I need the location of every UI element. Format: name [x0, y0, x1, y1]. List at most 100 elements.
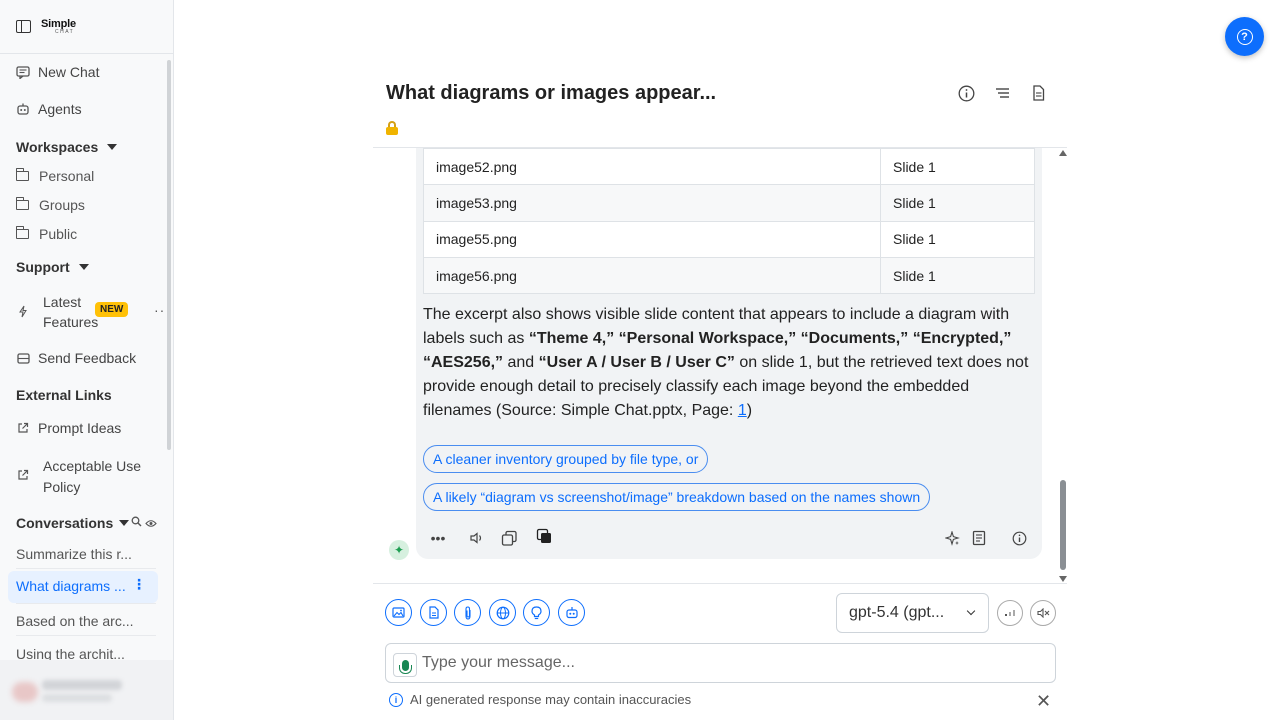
- info-icon[interactable]: [957, 84, 975, 102]
- help-button[interactable]: ?: [1225, 17, 1264, 56]
- model-select-value: gpt-5.4 (gpt...: [849, 604, 945, 621]
- new-chat-button[interactable]: New Chat: [16, 64, 99, 80]
- scroll-down-arrow-icon[interactable]: [1059, 576, 1067, 582]
- conversations-label: Conversations: [16, 515, 114, 531]
- disclaimer-text: AI generated response may contain inaccu…: [410, 692, 692, 707]
- workspaces-heading: Workspaces: [16, 139, 99, 155]
- table-row: image52.png Slide 1: [423, 148, 1035, 186]
- external-links-label: External Links: [16, 387, 112, 403]
- chat-icon: [16, 65, 30, 79]
- message-input[interactable]: [422, 644, 1042, 682]
- send-feedback-label: Send Feedback: [38, 350, 137, 366]
- microphone-button[interactable]: [393, 653, 417, 677]
- latest-features-link[interactable]: Latest Features: [16, 292, 98, 332]
- speaker-icon[interactable]: [467, 528, 487, 548]
- message-bold-run: “Encrypted,”: [912, 330, 1012, 347]
- table-row: image53.png Slide 1: [423, 184, 1035, 222]
- model-select[interactable]: gpt-5.4 (gpt...: [836, 593, 989, 633]
- workspace-item-personal[interactable]: Personal: [16, 168, 94, 184]
- message-list[interactable]: image52.png Slide 1 image53.png Slide 1 …: [373, 148, 1067, 583]
- external-link-icon: [16, 421, 30, 435]
- logo-text: Simple: [41, 17, 76, 30]
- more-actions-icon[interactable]: •••: [428, 528, 448, 548]
- message-info-icon[interactable]: [1009, 528, 1029, 548]
- suggestion-chip[interactable]: A cleaner inventory grouped by file type…: [423, 445, 709, 473]
- workspace-label: Public: [39, 226, 78, 242]
- scroll-up-arrow-icon[interactable]: [1059, 150, 1067, 156]
- user-profile[interactable]: [0, 660, 173, 720]
- acceptable-use-link[interactable]: Acceptable Use Policy: [16, 456, 141, 498]
- mute-icon[interactable]: [1030, 600, 1056, 626]
- conversation-title: Summarize this r...: [16, 546, 132, 562]
- table-cell-slide: Slide 1: [880, 148, 1035, 186]
- conversation-divider: [16, 568, 156, 569]
- external-link-icon: [16, 468, 30, 482]
- list-icon[interactable]: [993, 84, 1011, 102]
- sidebar-toggle-icon[interactable]: [16, 20, 31, 33]
- sidebar-scrollbar[interactable]: [167, 60, 171, 450]
- support-heading: Support: [16, 259, 70, 275]
- feedback-icon: [16, 351, 30, 365]
- send-feedback-link[interactable]: Send Feedback: [16, 350, 136, 366]
- reasoning-level-button[interactable]: [997, 600, 1023, 626]
- document-button[interactable]: [420, 599, 447, 626]
- workspaces-section-toggle[interactable]: Workspaces: [16, 139, 118, 155]
- notes-icon[interactable]: [969, 528, 989, 548]
- acceptable-use-line1: Acceptable Use: [43, 458, 142, 474]
- image-upload-button[interactable]: [385, 599, 412, 626]
- attachment-button[interactable]: [454, 599, 481, 626]
- search-icon[interactable]: [131, 516, 142, 530]
- latest-features-line2: Features: [43, 314, 99, 330]
- eye-icon[interactable]: [145, 515, 157, 531]
- prompt-ideas-link[interactable]: Prompt Ideas: [16, 420, 121, 436]
- caret-down-icon: [78, 264, 89, 270]
- workspace-item-public[interactable]: Public: [16, 226, 77, 242]
- new-badge: NEW: [95, 302, 129, 317]
- assistant-message-text: The excerpt also shows visible slide con…: [423, 303, 1033, 423]
- citation-link[interactable]: 1: [738, 402, 747, 419]
- kebab-menu-icon[interactable]: ⋮: [132, 576, 146, 593]
- table-row: image55.png Slide 1: [423, 220, 1035, 258]
- workspace-item-groups[interactable]: Groups: [16, 197, 85, 213]
- caret-down-icon: [119, 520, 130, 526]
- chevron-down-icon: [966, 606, 976, 616]
- conversation-item-active[interactable]: What diagrams ... ⋮: [8, 571, 158, 603]
- acceptable-use-label: Acceptable Use Policy: [43, 456, 141, 498]
- document-icon[interactable]: [1029, 84, 1047, 102]
- copy-filled-icon[interactable]: [534, 526, 554, 546]
- workspace-label: Groups: [39, 197, 85, 213]
- prompt-ideas-label: Prompt Ideas: [38, 420, 122, 436]
- sparkle-icon[interactable]: [942, 528, 962, 548]
- close-icon[interactable]: ✕: [1036, 692, 1051, 710]
- table-row: image56.png Slide 1: [423, 256, 1035, 295]
- table-cell-slide: Slide 1: [880, 220, 1035, 258]
- prompt-ideas-button[interactable]: [523, 599, 550, 626]
- table-cell-file: image56.png: [423, 256, 881, 295]
- agent-button[interactable]: [558, 599, 585, 626]
- logo-subtext: CHAT: [55, 28, 75, 35]
- user-name-blurred: [42, 680, 122, 690]
- message-bold-run: “User A / User B / User C”: [538, 354, 735, 371]
- conversations-heading[interactable]: Conversations: [16, 515, 157, 531]
- copy-icon[interactable]: [499, 528, 519, 548]
- conversation-item[interactable]: Based on the arc...: [16, 613, 156, 629]
- message-scrollbar[interactable]: [1059, 150, 1067, 582]
- info-icon: i: [389, 692, 403, 707]
- message-input-container: [385, 643, 1056, 683]
- question-icon: ?: [1236, 28, 1253, 45]
- sidebar: Simple CHAT New Chat Agents Workspaces P…: [0, 0, 174, 720]
- microphone-icon: [398, 659, 412, 674]
- folder-icon: [16, 226, 29, 239]
- support-section-toggle[interactable]: Support: [16, 259, 89, 275]
- folder-icon: [16, 168, 29, 181]
- web-search-button[interactable]: [489, 599, 516, 626]
- lock-body: [386, 127, 398, 135]
- scroll-thumb[interactable]: [1060, 480, 1066, 570]
- acceptable-use-line2: Policy: [43, 479, 81, 495]
- suggestion-chip[interactable]: A likely “diagram vs screenshot/image” b…: [423, 483, 931, 511]
- caret-down-icon: [107, 144, 118, 150]
- message-bold-run: “Documents,”: [800, 330, 909, 347]
- conversation-item[interactable]: Summarize this r...: [16, 546, 156, 562]
- agents-button[interactable]: Agents: [16, 101, 82, 117]
- lock-icon: [386, 121, 398, 135]
